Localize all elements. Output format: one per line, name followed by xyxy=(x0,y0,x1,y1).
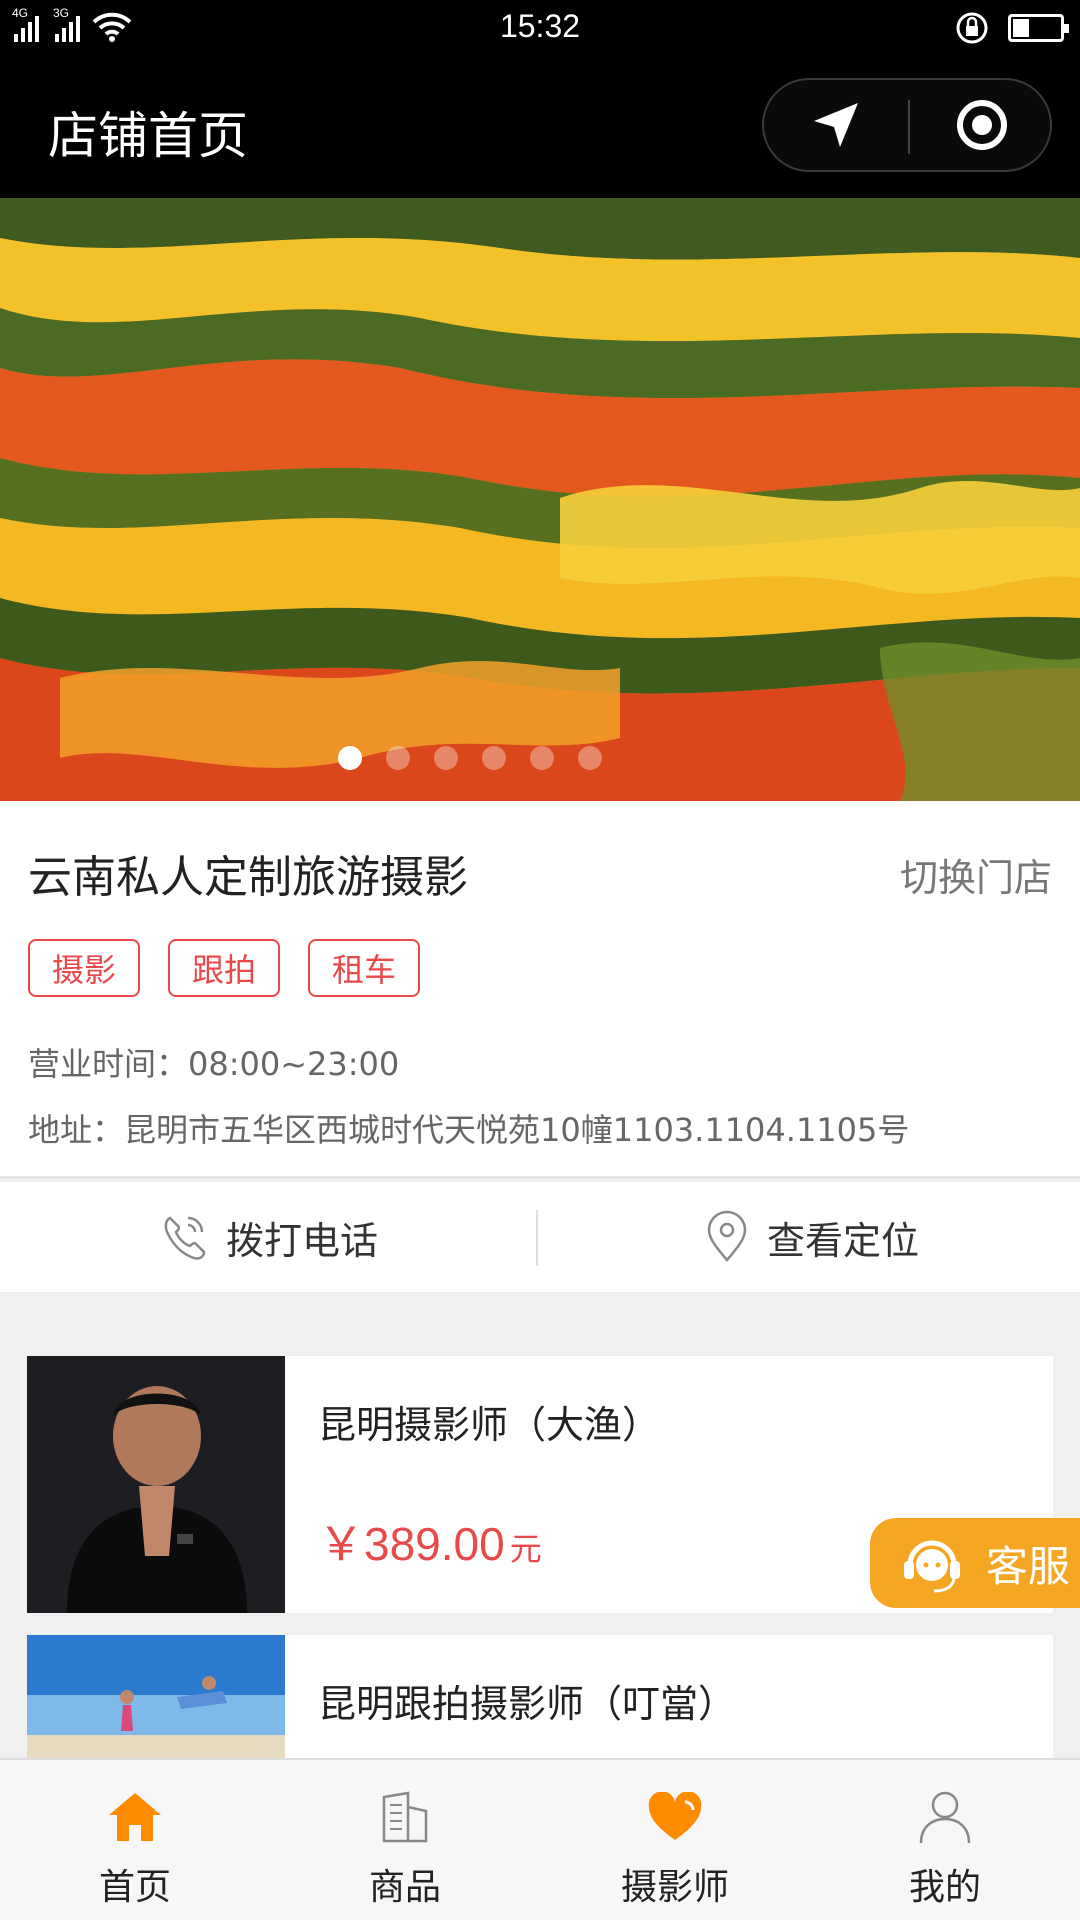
store-tags: 摄影 跟拍 租车 xyxy=(28,939,420,997)
store-actions: 拨打电话 查看定位 xyxy=(0,1182,1080,1292)
carousel-dot[interactable] xyxy=(530,746,554,770)
store-info: 云南私人定制旅游摄影 切换门店 摄影 跟拍 租车 营业时间：08:00~23:0… xyxy=(0,801,1080,1179)
tab-home[interactable]: 首页 xyxy=(0,1760,270,1920)
product-thumbnail xyxy=(27,1356,285,1613)
banner-carousel[interactable] xyxy=(0,198,1080,801)
location-arrow-icon xyxy=(814,103,858,147)
business-hours: 营业时间：08:00~23:00 xyxy=(28,1045,400,1083)
home-icon xyxy=(109,1793,161,1841)
carousel-dot[interactable] xyxy=(434,746,458,770)
banner-image xyxy=(0,198,1080,801)
tab-products-label: 商品 xyxy=(368,1867,441,1908)
tab-photographers-label: 摄影师 xyxy=(620,1867,729,1908)
tab-mine-label: 我的 xyxy=(908,1867,981,1908)
battery-fill xyxy=(1013,19,1029,37)
carousel-dots xyxy=(0,746,1010,770)
building-icon xyxy=(382,1791,428,1843)
location-label: 查看定位 xyxy=(767,1218,920,1263)
rotation-lock-icon xyxy=(956,12,988,44)
action-divider xyxy=(536,1210,538,1266)
carousel-dot[interactable] xyxy=(338,746,362,770)
carousel-dot[interactable] xyxy=(578,746,602,770)
phone-icon xyxy=(164,1216,206,1260)
headset-icon xyxy=(904,1540,960,1593)
carousel-dot[interactable] xyxy=(482,746,506,770)
location-button[interactable] xyxy=(764,80,908,170)
bottom-tab-bar: 首页 商品 摄影师 我的 xyxy=(0,1758,1080,1920)
status-time: 15:32 xyxy=(499,8,581,44)
page-title: 店铺首页 xyxy=(48,107,248,165)
view-location-button[interactable]: 查看定位 xyxy=(705,1182,919,1292)
nav-header: 店铺首页 xyxy=(0,56,1080,198)
map-pin-icon xyxy=(707,1210,747,1262)
price-value: ￥389.00 xyxy=(318,1518,505,1570)
switch-store-link[interactable]: 切换门店 xyxy=(900,847,1052,902)
user-icon xyxy=(919,1791,971,1844)
status-bar: 4G 3G 15:32 xyxy=(0,0,1080,56)
customer-service-button[interactable]: 客服 xyxy=(870,1518,1080,1608)
call-label: 拨打电话 xyxy=(226,1218,379,1263)
close-program-button[interactable] xyxy=(910,80,1054,170)
service-label: 客服 xyxy=(986,1541,1071,1591)
tab-photographers[interactable]: 摄影师 xyxy=(540,1760,810,1920)
battery-icon xyxy=(1008,14,1069,42)
mini-program-capsule xyxy=(762,78,1052,172)
product-title: 昆明跟拍摄影师（叮當） xyxy=(318,1682,737,1726)
price-unit: 元 xyxy=(509,1530,542,1568)
tab-home-label: 首页 xyxy=(98,1867,171,1908)
heart-icon xyxy=(648,1792,702,1840)
tab-mine[interactable]: 我的 xyxy=(810,1760,1080,1920)
tag-car-rental: 租车 xyxy=(308,939,420,997)
product-title: 昆明摄影师（大渔） xyxy=(318,1403,661,1447)
carousel-dot[interactable] xyxy=(386,746,410,770)
tab-products[interactable]: 商品 xyxy=(270,1760,540,1920)
call-button[interactable]: 拨打电话 xyxy=(162,1182,378,1292)
store-name: 云南私人定制旅游摄影 xyxy=(28,852,468,903)
product-price: ￥389.00 元 xyxy=(318,1508,542,1574)
target-icon xyxy=(957,100,1007,150)
tag-photography: 摄影 xyxy=(28,939,140,997)
tag-follow-shoot: 跟拍 xyxy=(168,939,280,997)
store-address: 地址：昆明市五华区西城时代天悦苑10幢1103.1104.1105号 xyxy=(28,1111,910,1149)
